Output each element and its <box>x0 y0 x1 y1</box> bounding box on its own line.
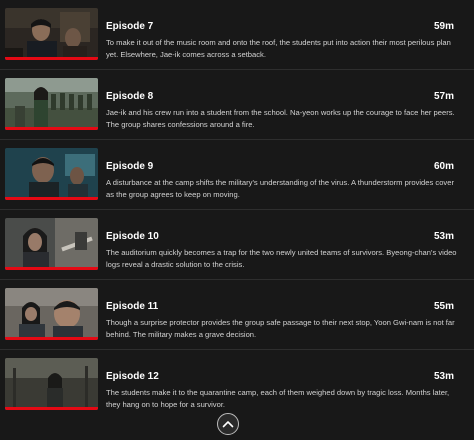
episode-duration: 57m <box>433 91 454 102</box>
episode-thumbnail[interactable] <box>5 148 98 200</box>
chevron-up-icon <box>222 421 234 428</box>
progress-bar <box>5 127 98 130</box>
episode-thumbnail[interactable] <box>5 358 98 410</box>
episode-description: To make it out of the music room and ont… <box>106 38 451 59</box>
episode-title: Episode 11 <box>106 301 159 312</box>
episode-thumbnail[interactable] <box>5 288 98 340</box>
episode-thumbnail[interactable] <box>5 218 98 270</box>
episode-description: A disturbance at the camp shifts the mil… <box>106 178 454 199</box>
episode-title: Episode 10 <box>106 231 159 242</box>
progress-bar <box>5 267 98 270</box>
progress-bar <box>5 407 98 410</box>
episode-description: The students make it to the quarantine c… <box>106 388 450 409</box>
episode-row[interactable]: Episode 9 60m A disturbance at the camp … <box>0 140 474 210</box>
episode-description: Jae-ik and his crew run into a student f… <box>106 108 455 129</box>
episode-list: Episode 7 59m To make it out of the musi… <box>0 0 474 440</box>
episode-10-still <box>5 218 98 270</box>
episode-title: Episode 9 <box>106 161 154 172</box>
episode-thumbnail[interactable] <box>5 78 98 130</box>
episode-7-still <box>5 8 98 60</box>
progress-bar <box>5 197 98 200</box>
episode-duration: 60m <box>433 161 454 172</box>
episode-title: Episode 12 <box>106 371 159 382</box>
episode-9-still <box>5 148 98 200</box>
episode-duration: 55m <box>433 301 454 312</box>
episode-8-still <box>5 78 98 130</box>
episode-description: Though a surprise protector provides the… <box>106 318 455 339</box>
episode-duration: 59m <box>433 21 454 32</box>
episode-12-still <box>5 358 98 410</box>
episode-duration: 53m <box>433 231 454 242</box>
progress-bar <box>5 57 98 60</box>
episode-description: The auditorium quickly becomes a trap fo… <box>106 248 457 269</box>
episode-row[interactable]: Episode 7 59m To make it out of the musi… <box>0 0 474 70</box>
episode-duration: 53m <box>433 371 454 382</box>
episode-row[interactable]: Episode 10 53m The auditorium quickly be… <box>0 210 474 280</box>
episode-thumbnail[interactable] <box>5 8 98 60</box>
episode-11-still <box>5 288 98 340</box>
episode-title: Episode 7 <box>106 21 154 32</box>
episode-title: Episode 8 <box>106 91 154 102</box>
episode-row[interactable]: Episode 8 57m Jae-ik and his crew run in… <box>0 70 474 140</box>
episode-row[interactable]: Episode 11 55m Though a surprise protect… <box>0 280 474 350</box>
progress-bar <box>5 337 98 340</box>
episode-row[interactable]: Episode 12 53m The students make it to t… <box>0 350 474 420</box>
collapse-episodes-button[interactable] <box>217 413 239 435</box>
